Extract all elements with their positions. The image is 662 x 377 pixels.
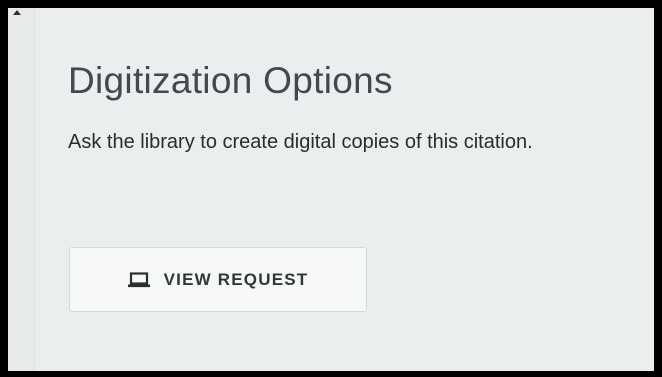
panel-frame: Digitization Options Ask the library to …: [8, 8, 654, 371]
digitization-section: Digitization Options Ask the library to …: [68, 60, 628, 160]
scroll-up-arrow-icon[interactable]: [13, 10, 21, 15]
section-description: Ask the library to create digital copies…: [68, 131, 533, 153]
view-request-button[interactable]: VIEW REQUEST: [69, 247, 367, 312]
scrollbar[interactable]: [8, 8, 35, 371]
view-request-label: VIEW REQUEST: [163, 269, 309, 289]
laptop-icon: [127, 271, 150, 288]
section-title: Digitization Options: [68, 60, 393, 101]
